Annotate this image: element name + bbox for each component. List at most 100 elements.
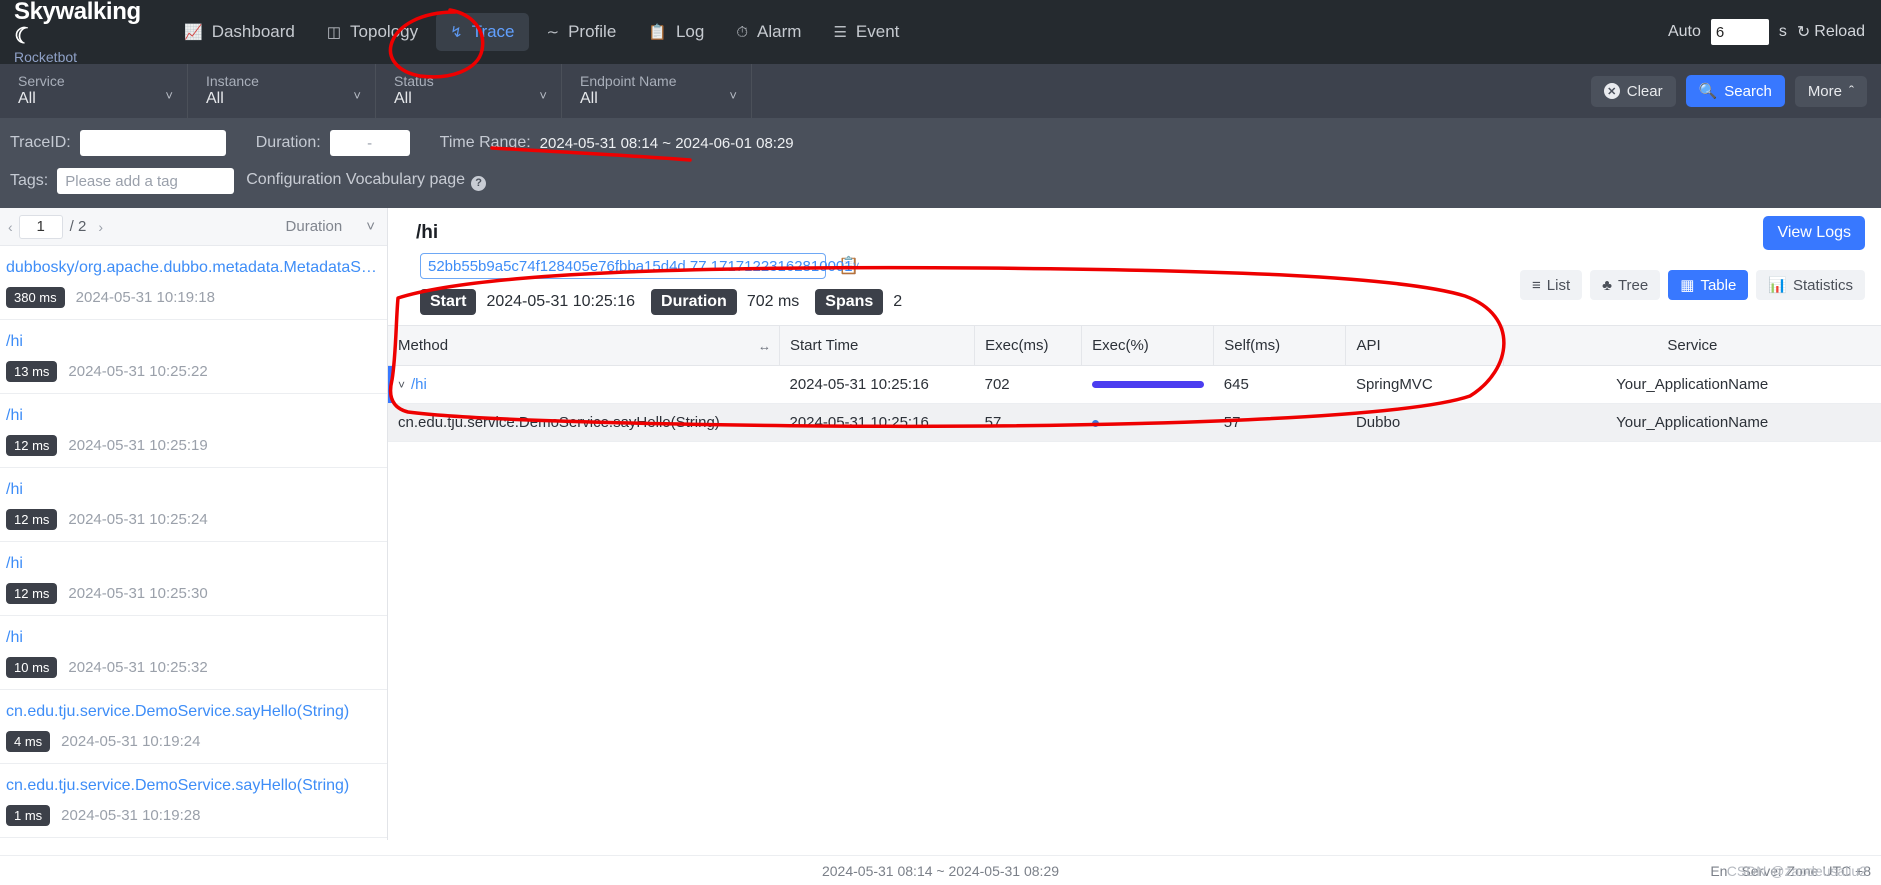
reload-button[interactable]: ↻ Reload [1797, 22, 1865, 42]
tags-label: Tags: [10, 172, 49, 189]
filter-label-service: Service [18, 73, 65, 89]
cell-api: SpringMVC [1345, 365, 1504, 404]
logo-subtitle: Rocketbot [14, 48, 78, 65]
trace-meta: 12 ms 2024-05-31 10:25:30 [6, 583, 377, 604]
advanced-filter-bar: TraceID: Duration: Time Range: 2024-05-3… [0, 118, 1881, 208]
filter-select-service[interactable]: Service All ˅ [0, 64, 188, 118]
cell-self-ms: 645 [1213, 365, 1346, 404]
chevron-right-icon[interactable]: › [92, 219, 109, 235]
nav-item-dashboard[interactable]: 📈 Dashboard [170, 13, 309, 51]
column-header-self-ms[interactable]: Self(ms) [1213, 325, 1346, 366]
trace-list: dubbosky/org.apache.dubbo.metadata.Metad… [0, 246, 387, 840]
duration-badge: 13 ms [6, 361, 58, 382]
column-label-service: Service [1667, 337, 1718, 354]
column-header-api[interactable]: API [1345, 325, 1504, 366]
cell-method[interactable]: cn.edu.tju.service.DemoService.sayHello(… [388, 403, 780, 442]
chevron-down-icon[interactable]: ˅ [398, 378, 405, 392]
view-logs-button[interactable]: View Logs [1763, 216, 1865, 250]
chevron-down-icon: ˅ [165, 88, 173, 103]
trace-time: 2024-05-31 10:25:19 [68, 437, 208, 454]
column-header-start-time[interactable]: Start Time [778, 325, 975, 366]
column-header-service[interactable]: Service [1502, 325, 1881, 366]
chevron-down-icon: ˅ [353, 88, 361, 103]
search-button[interactable]: 🔍 Search [1685, 75, 1785, 107]
trace-name: dubbosky/org.apache.dubbo.metadata.Metad… [6, 259, 377, 276]
list-item[interactable]: /hi 10 ms 2024-05-31 10:25:32 [0, 616, 387, 690]
top-navigation-bar: Skywalking☾ Rocketbot 📈 Dashboard ◫ Topo… [0, 0, 1881, 65]
view-mode-tree[interactable]: ♣ Tree [1590, 270, 1661, 300]
view-mode-table[interactable]: ▦ Table [1668, 270, 1749, 300]
column-header-method[interactable]: Method ↔ [388, 325, 780, 366]
filter-select-instance[interactable]: Instance All ˅ [188, 64, 376, 118]
status-bar: 2024-05-31 08:14 ~ 2024-05-31 08:29 En S… [0, 855, 1881, 885]
clear-button[interactable]: ✕ Clear [1590, 75, 1676, 107]
table-row[interactable]: cn.edu.tju.service.DemoService.sayHello(… [388, 403, 1881, 442]
language-selector[interactable]: En [1710, 863, 1727, 879]
trace-name: /hi [6, 407, 23, 424]
view-logs-label: View Logs [1777, 224, 1851, 241]
more-button[interactable]: More ˆ [1794, 75, 1867, 107]
app-logo[interactable]: Skywalking☾ Rocketbot [12, 0, 142, 65]
list-item[interactable]: /hi 12 ms 2024-05-31 10:25:24 [0, 468, 387, 542]
trace-meta: 12 ms 2024-05-31 10:25:24 [6, 509, 377, 530]
trace-id-select[interactable]: 52bb55b9a5c74f128405e76fbba15d4d.77.1717… [420, 253, 860, 279]
search-label: Search [1724, 82, 1772, 100]
column-label-self-ms: Self(ms) [1224, 337, 1281, 354]
list-item[interactable]: cn.edu.tju.service.DemoService.sayHello(… [0, 764, 387, 838]
advanced-filter-row-1: TraceID: Duration: Time Range: 2024-05-3… [10, 128, 1881, 158]
nav-item-profile[interactable]: ∼ Profile [533, 13, 631, 51]
cell-start-time: 2024-05-31 10:25:16 [779, 365, 975, 404]
tags-input[interactable] [57, 168, 235, 194]
filter-select-endpoint[interactable]: Endpoint Name All ˅ [562, 64, 752, 118]
nav-label-trace: Trace [471, 22, 515, 41]
skywalking-trace-page: Skywalking☾ Rocketbot 📈 Dashboard ◫ Topo… [0, 0, 1881, 885]
cell-service: Your_ApplicationName [1503, 365, 1881, 404]
view-mode-list[interactable]: ≡ List [1520, 270, 1583, 300]
chevron-left-icon[interactable]: ‹ [2, 219, 19, 235]
trace-name: /hi [6, 629, 23, 646]
list-item[interactable]: /hi 12 ms 2024-05-31 10:25:19 [0, 394, 387, 468]
traceid-input[interactable] [79, 130, 226, 156]
nav-label-topology: Topology [350, 22, 419, 41]
cell-exec-ms: 57 [974, 403, 1082, 442]
trace-detail-header: /hi View Logs 52bb55b9a5c74f128405e76fbb… [388, 208, 1881, 325]
nav-item-log[interactable]: 📋 Log [634, 13, 718, 51]
nav-item-alarm[interactable]: ⏱ Alarm [722, 13, 815, 51]
filter-select-status[interactable]: Status All ˅ [376, 64, 562, 118]
view-mode-label-list: List [1546, 276, 1571, 294]
nav-item-event[interactable]: ☰ Event [819, 13, 913, 51]
nav-item-topology[interactable]: ◫ Topology [313, 13, 432, 51]
duration-input[interactable] [329, 130, 410, 156]
view-mode-statistics[interactable]: 📊 Statistics [1756, 270, 1865, 300]
configuration-vocabulary-link[interactable]: Configuration Vocabulary page? [246, 171, 487, 191]
cell-start-time: 2024-05-31 10:25:16 [779, 403, 975, 442]
statistics-icon: 📊 [1768, 277, 1787, 294]
list-item[interactable]: dubbosky/org.apache.dubbo.metadata.Metad… [0, 246, 387, 320]
page-number-input[interactable] [18, 214, 63, 239]
trace-time: 2024-05-31 10:19:18 [75, 289, 215, 306]
trace-meta: 12 ms 2024-05-31 10:25:19 [6, 435, 377, 456]
list-item[interactable]: /hi 12 ms 2024-05-31 10:25:30 [0, 542, 387, 616]
sort-selector[interactable]: Duration ˅ [286, 218, 375, 235]
method-name[interactable]: /hi [411, 376, 427, 393]
nav-item-trace[interactable]: ↯ Trace [436, 13, 529, 51]
list-item[interactable]: cn.edu.tju.service.DemoService.sayHello(… [0, 690, 387, 764]
table-row[interactable]: ˅ /hi 2024-05-31 10:25:16 702 645 Spring… [388, 365, 1881, 404]
timerange-label: Time Range: [439, 134, 531, 151]
column-header-exec-ms[interactable]: Exec(ms) [974, 325, 1082, 366]
trace-time: 2024-05-31 10:25:22 [68, 363, 208, 380]
column-header-exec-pct[interactable]: Exec(%) [1081, 325, 1214, 366]
cell-method[interactable]: ˅ /hi [388, 365, 780, 404]
filter-actions: ✕ Clear 🔍 Search More ˆ [1590, 64, 1881, 118]
resize-handle-icon[interactable]: ↔ [758, 338, 771, 353]
auto-refresh-input[interactable] [1710, 19, 1769, 45]
tree-icon: ♣ [1602, 276, 1612, 294]
timerange-value[interactable]: 2024-05-31 08:14 ~ 2024-06-01 08:29 [540, 135, 794, 152]
question-icon[interactable]: ? [471, 175, 487, 191]
view-mode-label-statistics: Statistics [1792, 276, 1853, 294]
list-item[interactable]: /hi 13 ms 2024-05-31 10:25:22 [0, 320, 387, 394]
column-label-method: Method [398, 337, 449, 354]
profile-icon: ∼ [546, 24, 560, 41]
trace-id-value: 52bb55b9a5c74f128405e76fbba15d4d.77.1717… [428, 257, 853, 275]
nav-label-event: Event [855, 22, 900, 41]
